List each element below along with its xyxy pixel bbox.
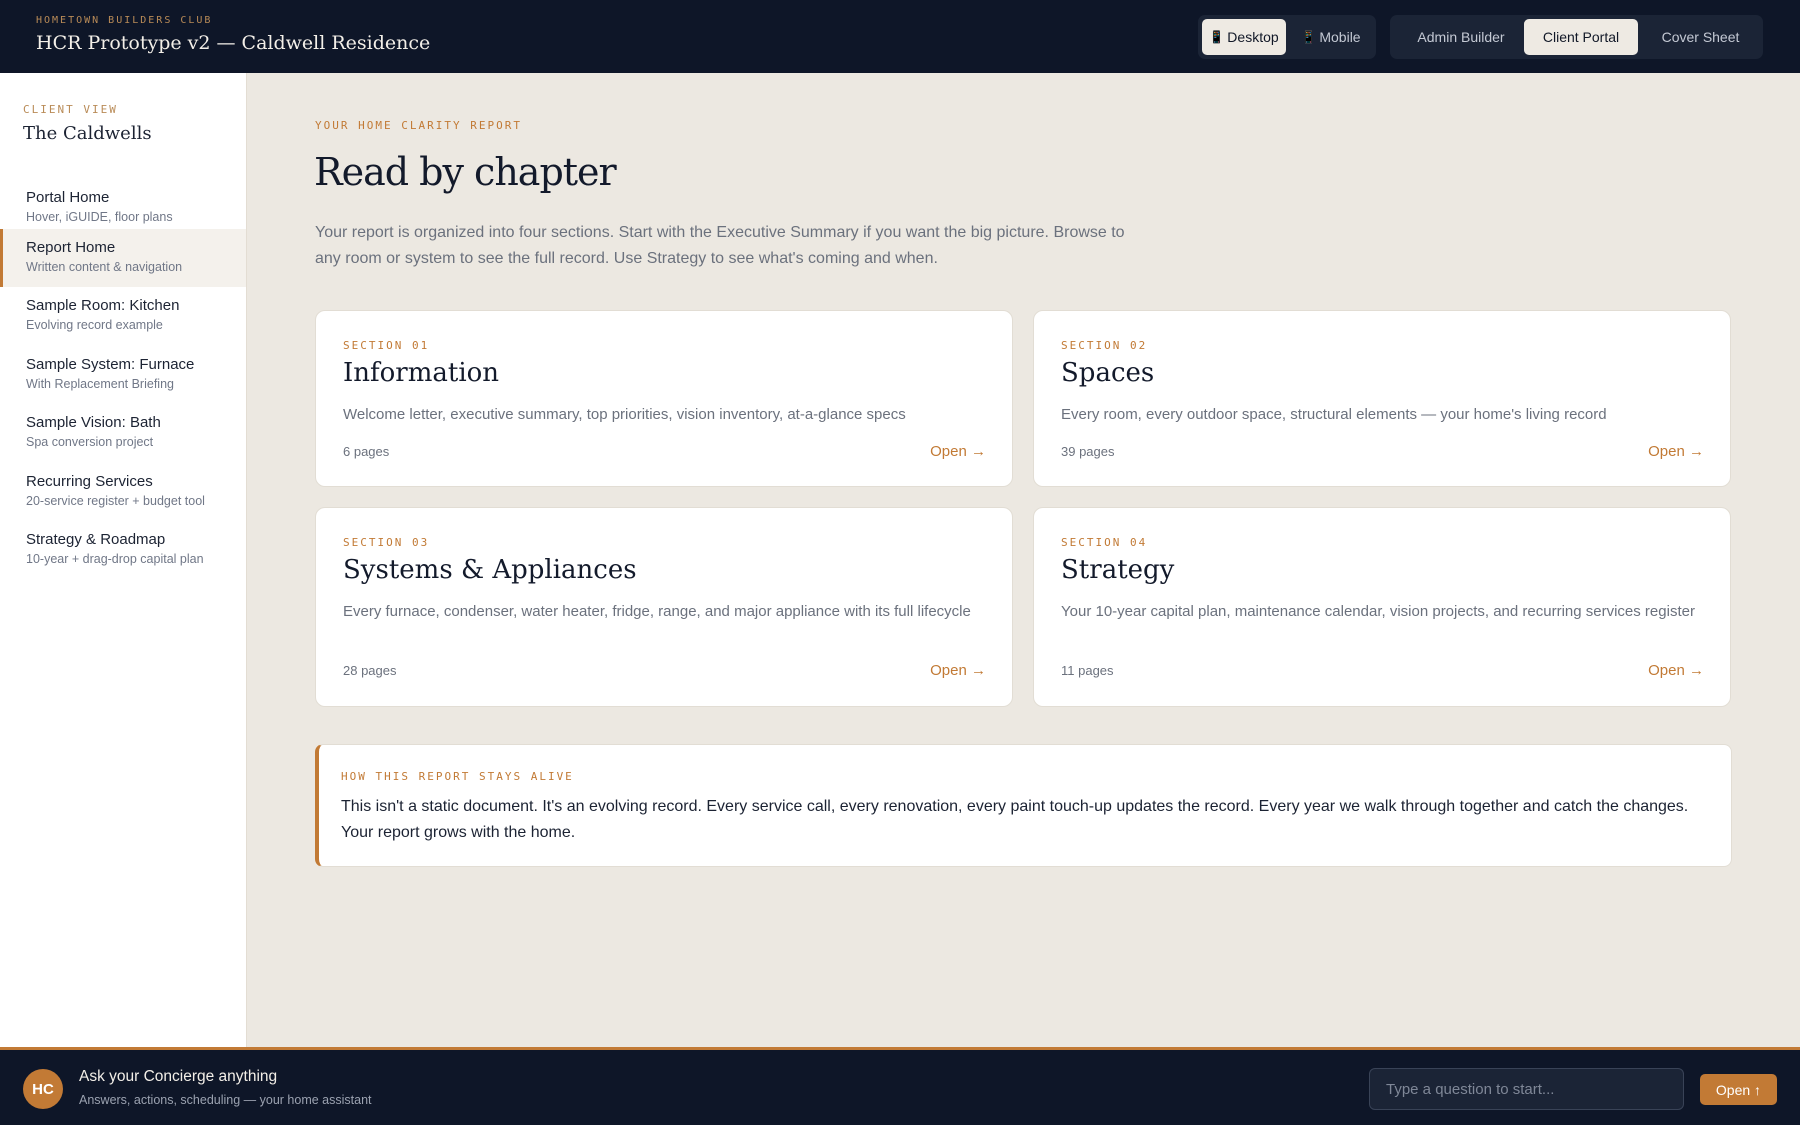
section-page-count: 28 pages [343,663,397,678]
sidebar-item-subtitle: Spa conversion project [26,435,154,449]
sidebar-item-title: Recurring Services [26,473,153,490]
sidebar-item-subtitle: 10-year + drag-drop capital plan [26,552,204,566]
sidebar-eyebrow: CLIENT VIEW [23,103,118,116]
section-description: Every furnace, condenser, water heater, … [343,603,971,620]
open-section-link[interactable]: Open → [1648,443,1704,460]
section-eyebrow: SECTION 02 [1061,339,1148,352]
section-description: Every room, every outdoor space, structu… [1061,406,1607,423]
sidebar-item-subtitle: Evolving record example [26,318,163,332]
sidebar-item-sample-system-furnace[interactable]: Sample System: Furnace With Replacement … [0,346,246,404]
open-section-link[interactable]: Open → [930,443,986,460]
sidebar-item-subtitle: 20-service register + budget tool [26,494,205,508]
concierge-bar: HC Ask your Concierge anything Answers, … [0,1047,1800,1125]
sidebar-item-subtitle: Hover, iGUIDE, floor plans [26,210,173,224]
note-eyebrow: HOW THIS REPORT STAYS ALIVE [341,770,574,783]
sidebar: CLIENT VIEW The Caldwells Portal Home Ho… [0,73,247,1050]
concierge-open-button[interactable]: Open ↑ [1700,1074,1777,1105]
open-section-link[interactable]: Open → [930,662,986,679]
note-text: This isn't a static document. It's an ev… [341,798,1689,841]
section-eyebrow: SECTION 03 [343,536,430,549]
top-bar: HOMETOWN BUILDERS CLUB HCR Prototype v2 … [0,0,1800,73]
section-card-information[interactable]: SECTION 01 Information Welcome letter, e… [315,310,1013,487]
sidebar-item-sample-vision-bath[interactable]: Sample Vision: Bath Spa conversion proje… [0,404,246,462]
report-note: HOW THIS REPORT STAYS ALIVE This isn't a… [315,744,1732,867]
mobile-toggle-label: Mobile [1319,29,1361,45]
sidebar-item-title: Strategy & Roadmap [26,531,166,548]
section-eyebrow: SECTION 04 [1061,536,1148,549]
tab-cover-sheet[interactable]: Cover Sheet [1642,19,1759,55]
client-name: The Caldwells [23,123,152,144]
concierge-avatar: HC [23,1069,63,1109]
sidebar-item-title: Portal Home [26,189,110,206]
concierge-question-input[interactable] [1369,1068,1684,1110]
section-page-count: 11 pages [1061,663,1114,678]
section-title: Strategy [1061,555,1175,585]
section-description: Welcome letter, executive summary, top p… [343,406,906,423]
view-tabs: Admin Builder Client Portal Cover Sheet [1390,15,1763,59]
section-page-count: 6 pages [343,444,390,459]
desktop-toggle-label: Desktop [1227,29,1279,45]
page-title: Read by chapter [314,150,617,194]
sidebar-item-sample-room-kitchen[interactable]: Sample Room: Kitchen Evolving record exa… [0,287,246,345]
sidebar-item-subtitle: Written content & navigation [26,260,183,274]
section-description: Your 10-year capital plan, maintenance c… [1061,603,1695,620]
section-card-spaces[interactable]: SECTION 02 Spaces Every room, every outd… [1033,310,1731,487]
phone-icon: 📱 [1209,30,1225,44]
open-section-link[interactable]: Open → [1648,662,1704,679]
section-card-systems-appliances[interactable]: SECTION 03 Systems & Appliances Every fu… [315,507,1013,707]
section-eyebrow: SECTION 01 [343,339,430,352]
sidebar-item-title: Sample Vision: Bath [26,414,161,431]
concierge-subtitle: Answers, actions, scheduling — your home… [79,1093,372,1107]
sidebar-item-title: Sample System: Furnace [26,356,195,373]
sidebar-item-subtitle: With Replacement Briefing [26,377,174,391]
app-title: HCR Prototype v2 — Caldwell Residence [36,32,431,54]
concierge-title: Ask your Concierge anything [79,1068,278,1085]
desktop-toggle-button[interactable]: 📱 Desktop [1202,19,1286,55]
section-card-strategy[interactable]: SECTION 04 Strategy Your 10-year capital… [1033,507,1731,707]
sidebar-item-strategy-roadmap[interactable]: Strategy & Roadmap 10-year + drag-drop c… [0,521,246,579]
page-intro: Your report is organized into four secti… [315,224,1125,267]
phone-icon: 📱 [1301,30,1317,44]
mobile-toggle-button[interactable]: 📱 Mobile [1290,19,1372,55]
section-title: Spaces [1061,358,1155,388]
section-page-count: 39 pages [1061,444,1115,459]
tab-client-portal[interactable]: Client Portal [1524,19,1638,55]
tab-admin-builder[interactable]: Admin Builder [1394,19,1528,55]
sidebar-item-title: Sample Room: Kitchen [26,297,180,314]
device-toggle: 📱 Desktop 📱 Mobile [1198,15,1376,59]
sidebar-item-title: Report Home [26,239,116,256]
main-eyebrow: YOUR HOME CLARITY REPORT [315,119,522,132]
sidebar-item-recurring-services[interactable]: Recurring Services 20-service register +… [0,463,246,521]
sidebar-item-report-home[interactable]: Report Home Written content & navigation [0,229,246,287]
section-title: Information [343,358,500,388]
section-title: Systems & Appliances [343,555,637,585]
brand-eyebrow: HOMETOWN BUILDERS CLUB [36,15,213,26]
